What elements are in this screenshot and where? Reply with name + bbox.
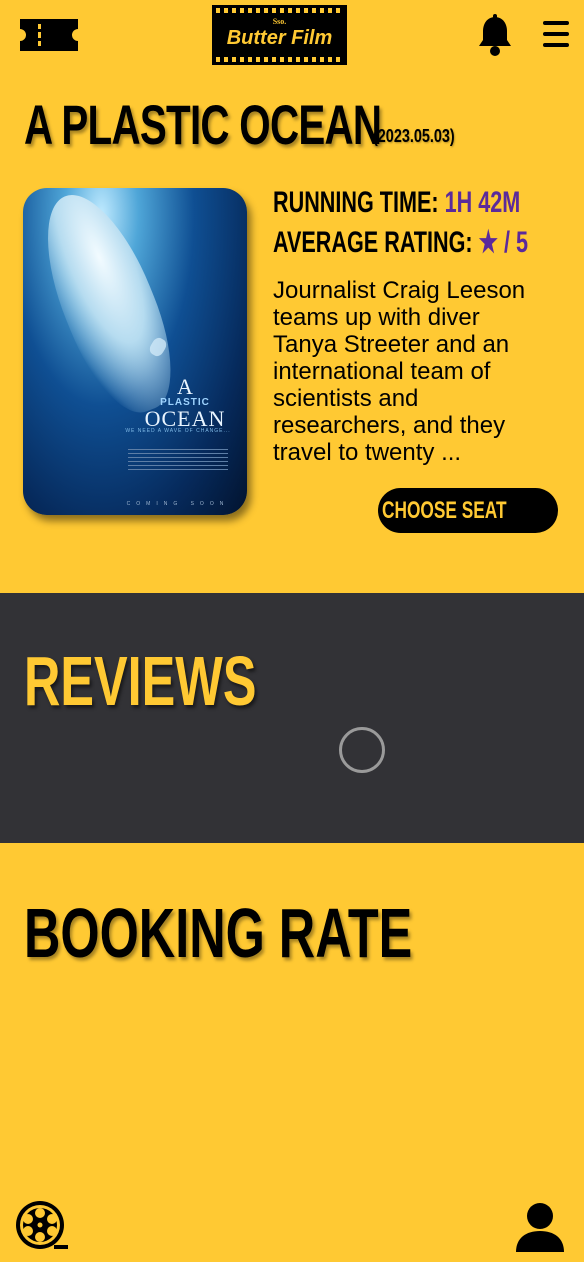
loading-spinner bbox=[339, 727, 385, 773]
ticket-icon[interactable] bbox=[18, 17, 80, 53]
average-rating-row: AVERAGE RATING: ★ / 5 bbox=[273, 225, 584, 260]
poster-tagline: WE NEED A WAVE OF CHANGE... bbox=[125, 428, 231, 434]
app-logo[interactable]: Sso. Butter Film bbox=[212, 5, 347, 65]
average-rating-label: AVERAGE RATING: bbox=[273, 226, 473, 259]
booking-rate-heading: BOOKING RATE bbox=[24, 894, 413, 972]
logo-name: Butter Film bbox=[226, 27, 333, 49]
poster-credits bbox=[128, 446, 228, 473]
poster-coming-soon: COMING SOON bbox=[126, 501, 230, 507]
choose-seat-button[interactable]: CHOOSE SEAT bbox=[378, 488, 558, 533]
poster-title: A PLASTIC OCEAN bbox=[144, 374, 226, 431]
choose-seat-label: CHOOSE SEAT bbox=[381, 496, 507, 524]
movie-title-block: A PLASTIC OCEAN (2023.05.03) bbox=[24, 92, 520, 157]
reviews-heading: REVIEWS bbox=[24, 642, 257, 720]
logo-small-text: Sso. bbox=[272, 17, 287, 26]
film-reel-icon[interactable] bbox=[14, 1198, 70, 1254]
average-rating-value: ★ / 5 bbox=[478, 226, 529, 259]
running-time-value: 1H 42M bbox=[444, 186, 521, 219]
movie-description: Journalist Craig Leeson teams up with di… bbox=[273, 277, 526, 466]
top-bar: Sso. Butter Film bbox=[0, 0, 584, 70]
reviews-section: REVIEWS bbox=[0, 593, 584, 843]
movie-poster[interactable]: A PLASTIC OCEAN WE NEED A WAVE OF CHANGE… bbox=[23, 188, 247, 515]
hamburger-menu-icon[interactable] bbox=[542, 18, 570, 50]
release-date: (2023.05.03) bbox=[373, 126, 455, 146]
running-time-label: RUNNING TIME: bbox=[273, 186, 439, 219]
bell-icon[interactable] bbox=[476, 14, 514, 56]
movie-title: A PLASTIC OCEAN bbox=[24, 93, 382, 156]
running-time-row: RUNNING TIME: 1H 42M bbox=[273, 186, 584, 220]
user-profile-icon[interactable] bbox=[514, 1200, 566, 1254]
